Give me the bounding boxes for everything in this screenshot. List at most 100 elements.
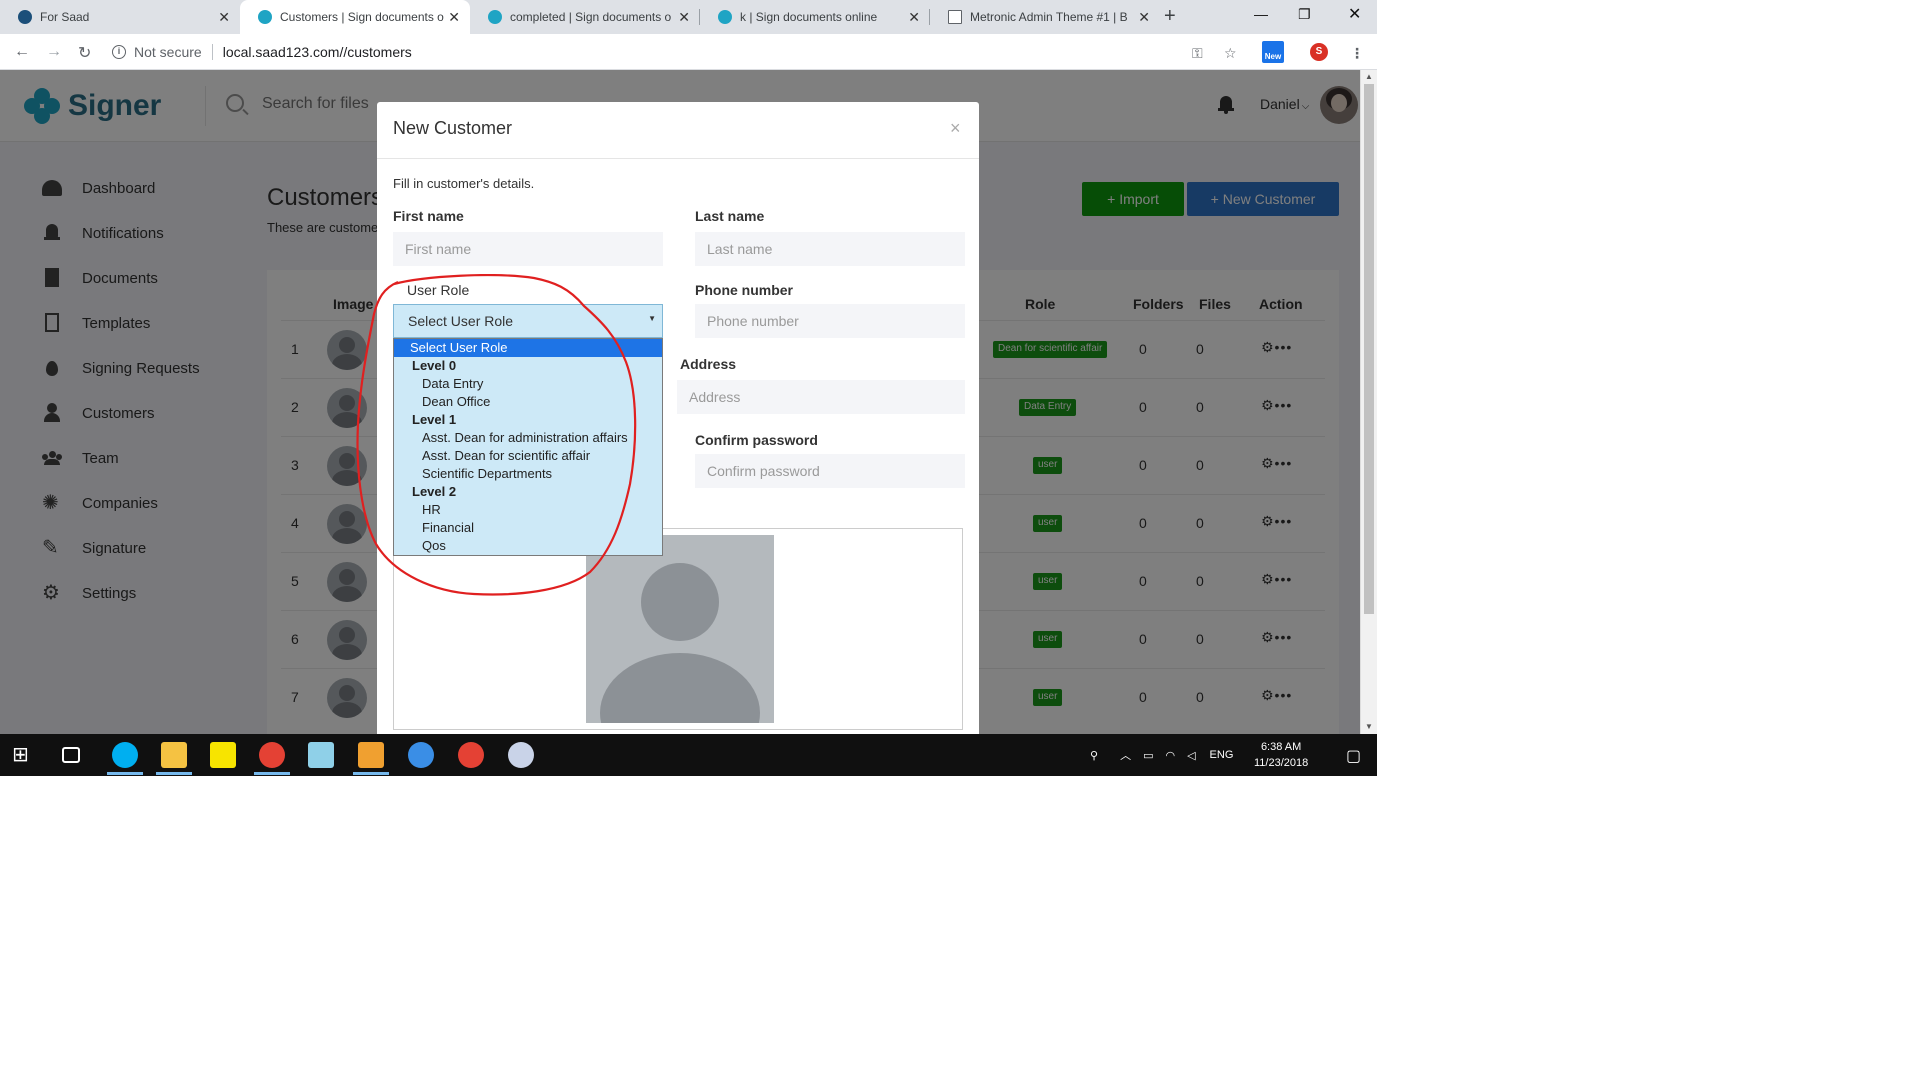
screenshot: For Saad ✕ Customers | Sign documents o … [0, 0, 1377, 776]
tab-close-icon[interactable]: ✕ [678, 9, 690, 26]
url-text[interactable]: local.saad123.com//customers [223, 44, 412, 60]
file-explorer-icon[interactable] [161, 742, 187, 768]
restore-icon[interactable]: ❐ [1298, 6, 1311, 23]
taskbar-active-indicator [156, 772, 192, 775]
action-center-icon[interactable]: ▢ [1346, 746, 1361, 766]
dropdown-option[interactable]: Qos [394, 537, 662, 555]
dropdown-optgroup-label: Level 1 [412, 412, 457, 427]
confirm-password-field[interactable] [695, 454, 965, 488]
dropdown-option[interactable]: Scientific Departments [394, 465, 662, 483]
address-label: Address [680, 356, 737, 372]
tab-close-icon[interactable]: ✕ [908, 9, 920, 26]
tab-favicon-icon [488, 10, 502, 24]
dropdown-optgroup-label: Level 0 [412, 358, 457, 373]
key-icon[interactable]: ⚿ [1192, 45, 1203, 62]
modal-description: Fill in customer's details. [393, 176, 535, 191]
phone-label: Phone number [695, 282, 794, 298]
task-view-icon[interactable] [62, 747, 80, 763]
taskbar-active-indicator [353, 772, 389, 775]
address-field[interactable] [677, 380, 965, 414]
tab-close-icon[interactable]: ✕ [1138, 9, 1150, 26]
skype-icon[interactable] [112, 742, 138, 768]
paint-icon[interactable] [508, 742, 534, 768]
browser-tab[interactable]: For Saad ✕ [0, 0, 240, 34]
modal-title: New Customer [393, 118, 513, 138]
close-icon[interactable]: × [950, 118, 961, 139]
sublime-text-icon[interactable] [358, 742, 384, 768]
browser-tab-active[interactable]: Customers | Sign documents o ✕ [240, 0, 470, 34]
wifi-icon[interactable]: ◠ [1165, 749, 1175, 762]
notepad-icon[interactable] [308, 742, 334, 768]
tab-title: completed | Sign documents o [510, 10, 672, 24]
extension-icon[interactable]: New [1262, 41, 1284, 63]
reload-icon[interactable]: ↻ [78, 43, 91, 63]
dropdown-option[interactable]: Dean Office [394, 393, 662, 411]
tab-close-icon[interactable]: ✕ [218, 9, 230, 26]
user-role-dropdown-list: Select User Role Level 0 Data Entry Dean Of… [393, 338, 663, 556]
scrollbar-thumb[interactable] [1364, 84, 1374, 614]
dropdown-option[interactable]: HR [394, 501, 662, 519]
default-avatar-image [586, 535, 774, 723]
security-label: Not secure [134, 44, 202, 60]
first-name-label: First name [393, 208, 464, 224]
windows-start-icon[interactable]: ⊞ [12, 742, 38, 768]
photo-upload-area[interactable] [393, 528, 963, 730]
tab-title: Customers | Sign documents o [280, 10, 444, 24]
dropdown-option[interactable]: Financial [394, 519, 662, 537]
minimize-icon[interactable]: — [1254, 6, 1268, 22]
arrow-app-icon[interactable] [408, 742, 434, 768]
last-name-label: Last name [695, 208, 765, 224]
page-scrollbar[interactable]: ▲ ▼ [1360, 70, 1377, 734]
browser-tab[interactable]: Metronic Admin Theme #1 | B ✕ [930, 0, 1160, 34]
menu-kebab-icon[interactable]: ⋮ [1350, 45, 1364, 62]
chrome-canary-icon[interactable] [458, 742, 484, 768]
taskbar-active-indicator [107, 772, 143, 775]
dropdown-option[interactable]: Asst. Dean for administration affairs [394, 429, 662, 447]
omnibox[interactable]: i Not secure local.saad123.com//customer… [112, 39, 1232, 65]
window-close-icon[interactable]: ✕ [1348, 4, 1361, 24]
chevron-up-icon[interactable]: ︿ [1120, 747, 1131, 763]
tab-close-icon[interactable]: ✕ [448, 9, 460, 26]
language-indicator[interactable]: ENG [1210, 749, 1234, 761]
scroll-down-icon[interactable]: ▼ [1365, 722, 1373, 731]
back-icon[interactable]: ← [14, 43, 30, 61]
sticky-notes-icon[interactable] [210, 742, 236, 768]
forward-icon[interactable]: → [46, 43, 62, 61]
phone-field[interactable] [695, 304, 965, 338]
tab-favicon-icon [718, 10, 732, 24]
tab-title: Metronic Admin Theme #1 | B [970, 10, 1128, 24]
browser-address-bar: ← → ↻ i Not secure local.saad123.com//cu… [0, 34, 1377, 70]
modal-divider [377, 158, 979, 159]
chrome-icon[interactable] [259, 742, 285, 768]
scroll-up-icon[interactable]: ▲ [1365, 72, 1373, 81]
tab-favicon-icon [258, 10, 272, 24]
browser-tab[interactable]: k | Sign documents online ✕ [700, 0, 930, 34]
dropdown-option[interactable]: Select User Role [394, 339, 662, 357]
tab-title: For Saad [40, 10, 90, 24]
star-icon[interactable]: ☆ [1224, 45, 1237, 62]
clock-time: 6:38 AM [1260, 741, 1302, 753]
tab-title: k | Sign documents online [740, 10, 878, 24]
last-name-field[interactable] [695, 232, 965, 266]
profile-avatar[interactable]: S [1310, 43, 1328, 61]
user-role-selected-value: Select User Role [408, 313, 514, 329]
browser-tab-bar: For Saad ✕ Customers | Sign documents o … [0, 0, 1377, 34]
info-icon[interactable]: i [112, 45, 126, 59]
user-role-label: User Role [407, 282, 470, 298]
first-name-field[interactable] [393, 232, 663, 266]
battery-icon[interactable]: ▭ [1143, 749, 1153, 762]
people-icon[interactable]: ⚲ [1090, 749, 1098, 762]
new-tab-icon[interactable]: + [1164, 5, 1176, 28]
browser-tab[interactable]: completed | Sign documents o ✕ [470, 0, 700, 34]
tab-favicon-icon [18, 10, 32, 24]
taskbar-clock[interactable]: 6:38 AM 11/23/2018 [1254, 739, 1308, 771]
user-role-select[interactable]: Select User Role ▼ [393, 304, 663, 338]
windows-taskbar: ⊞ ⚲ ︿ ▭ ◠ ◁ ENG 6:38 AM 11/23/2018 ▢ [0, 734, 1377, 776]
dropdown-option[interactable]: Asst. Dean for scientific affair [394, 447, 662, 465]
volume-icon[interactable]: ◁ [1187, 749, 1195, 762]
dropdown-option[interactable]: Data Entry [394, 375, 662, 393]
dropdown-optgroup-label: Level 2 [412, 484, 457, 499]
confirm-password-label: Confirm password [695, 432, 818, 448]
taskbar-active-indicator [254, 772, 290, 775]
new-customer-modal: New Customer × Fill in customer's detail… [377, 102, 979, 742]
